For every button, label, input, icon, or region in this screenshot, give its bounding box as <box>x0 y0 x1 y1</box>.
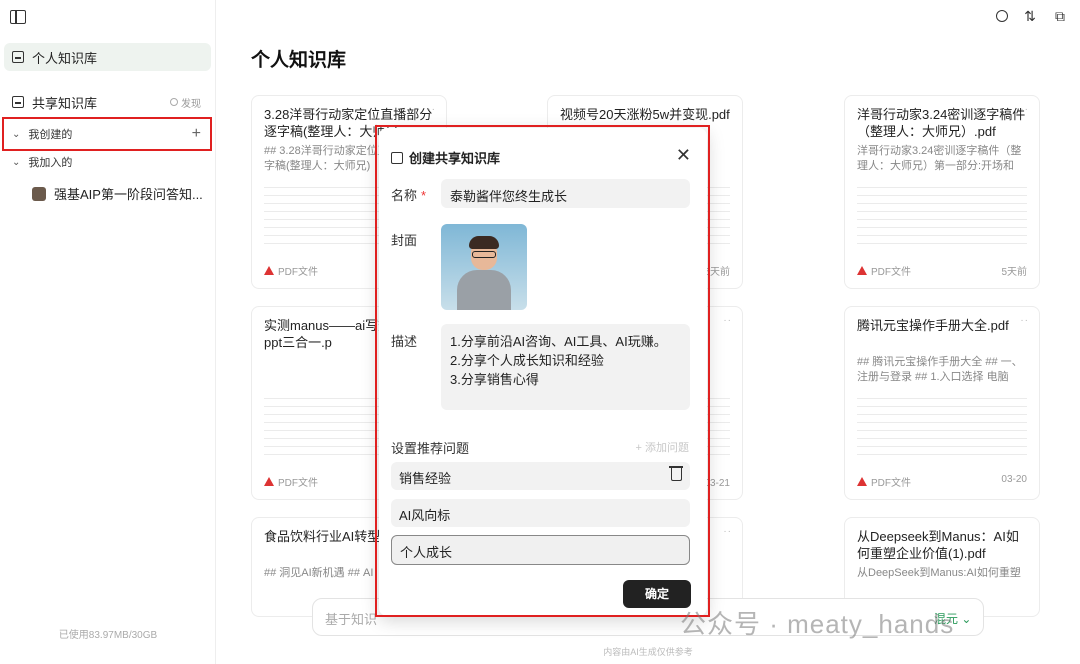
document-card[interactable]: ·· 腾讯元宝操作手册大全.pdf ## 腾讯元宝操作手册大全 ## 一、注册与… <box>844 306 1040 500</box>
description-line: 3.分享销售心得 <box>450 372 539 387</box>
new-document-icon[interactable]: ⧉ <box>1052 8 1068 24</box>
card-title: 从Deepseek到Manus：AI如何重塑企业价值(1).pdf <box>857 529 1019 561</box>
question-item[interactable]: AI风向标 <box>391 499 690 527</box>
watermark: 公众号 · meaty_hands <box>680 609 955 639</box>
add-question-button[interactable]: + 添加问题 <box>636 439 689 455</box>
description-textarea[interactable]: 1.分享前沿AI咨询、AI工具、AI玩赚。 2.分享个人成长知识和经验 3.分享… <box>441 324 690 410</box>
sidebar-item-label: 个人知识库 <box>32 50 98 66</box>
name-input[interactable]: 泰勒酱伴您终生成长 <box>441 179 690 208</box>
cover-image[interactable] <box>441 224 527 310</box>
more-icon[interactable]: ·· <box>427 104 436 115</box>
document-card[interactable]: ·· 洋哥行动家3.24密训逐字稿件（整理人：大师兄）.pdf 洋哥行动家3.2… <box>844 95 1040 289</box>
trash-icon[interactable] <box>669 466 683 481</box>
more-icon[interactable]: ·· <box>723 315 732 326</box>
avatar-body <box>457 270 511 310</box>
sidebar-item-personal-kb[interactable]: 个人知识库 <box>4 43 211 71</box>
page-title: 个人知识库 <box>251 50 347 71</box>
cover-label: 封面 <box>391 233 418 248</box>
pdf-type-label: PDF文件 <box>264 263 318 278</box>
description-label: 描述 <box>391 334 418 349</box>
question-text: 个人成长 <box>400 545 453 560</box>
group-label: 我创建的 <box>28 129 73 141</box>
create-shared-kb-dialog: 创建共享知识库 ✕ 名称 * 泰勒酱伴您终生成长 封面 描述 1.分享前沿AI咨询… <box>379 128 707 616</box>
card-summary: 从DeepSeek到Manus:AI如何重塑 <box>857 567 1021 579</box>
recommend-questions-label: 设置推荐问题 <box>391 441 470 456</box>
group-created-by-me[interactable]: ⌄ 我创建的 + <box>4 120 211 148</box>
card-preview <box>857 391 1027 459</box>
required-mark: * <box>421 188 427 203</box>
question-item[interactable]: 销售经验 <box>391 462 690 490</box>
name-label: 名称 * <box>391 185 426 204</box>
group-label: 我加入的 <box>28 157 73 169</box>
avatar-glasses <box>472 251 496 258</box>
storage-usage: 已使用83.97MB/30GB <box>58 630 158 641</box>
more-icon[interactable]: ·· <box>723 526 732 537</box>
description-line: 2.分享个人成长知识和经验 <box>450 353 604 368</box>
pdf-type-label: PDF文件 <box>857 263 911 278</box>
sidebar-item-shared-kb[interactable]: 共享知识库 发现 <box>4 88 211 116</box>
sidebar-toggle-icon[interactable] <box>10 10 26 24</box>
card-date: 03-20 <box>1001 474 1027 485</box>
sort-icon[interactable]: ⇅ <box>1022 8 1038 24</box>
pdf-type-label: PDF文件 <box>264 474 318 489</box>
knowledge-base-icon <box>12 51 24 63</box>
more-icon[interactable]: ·· <box>1020 315 1029 326</box>
top-toolbar: ⇅ ⧉ <box>996 8 1068 24</box>
compass-icon <box>170 98 178 106</box>
card-title: 洋哥行动家3.24密训逐字稿件（整理人：大师兄）.pdf <box>857 107 1026 139</box>
more-icon[interactable]: ·· <box>1020 104 1029 115</box>
dialog-title: 创建共享知识库 <box>391 148 500 167</box>
shared-kb-icon <box>12 96 24 108</box>
chevron-down-icon: ⌄ <box>12 128 21 140</box>
group-joined[interactable]: ⌄ 我加入的 <box>4 148 211 176</box>
add-kb-button[interactable]: + <box>192 125 201 143</box>
card-preview <box>857 180 1027 248</box>
sidebar-item-label: 共享知识库 <box>32 95 98 111</box>
search-icon[interactable] <box>996 10 1008 22</box>
card-date: 03-21 <box>704 478 730 489</box>
question-text: 销售经验 <box>399 471 452 486</box>
card-summary: 洋哥行动家3.24密训逐字稿件（整理人：大师兄）第一部分:开场和企... <box>857 145 1022 172</box>
shared-kb-icon <box>391 151 403 164</box>
sidebar-item-label: 强基AIP第一阶段问答知... <box>54 187 203 202</box>
card-summary: ## 腾讯元宝操作手册大全 ## 一、注册与登录 ## 1.入口选择 电脑端..… <box>857 356 1023 383</box>
sidebar: 个人知识库 共享知识库 发现 ⌄ 我创建的 + ⌄ 我加入的 强基AIP第一阶段… <box>0 0 216 664</box>
sidebar-item-joined-kb[interactable]: 强基AIP第一阶段问答知... <box>32 184 203 203</box>
chevron-down-icon: ⌄ <box>12 156 21 168</box>
ai-disclaimer: 内容由AI生成仅供参考 <box>603 647 693 657</box>
card-title: 腾讯元宝操作手册大全.pdf <box>857 318 1009 333</box>
question-item-focused[interactable]: 个人成长 <box>391 535 690 565</box>
dialog-title-text: 创建共享知识库 <box>409 151 501 166</box>
avatar-hair <box>469 236 499 249</box>
discover-link[interactable]: 发现 <box>170 95 201 110</box>
question-text: AI风向标 <box>399 508 451 523</box>
name-label-text: 名称 <box>391 188 418 203</box>
close-icon[interactable]: ✕ <box>676 146 691 164</box>
more-icon[interactable]: ·· <box>723 104 732 115</box>
card-date: 5天前 <box>704 267 730 278</box>
discover-label: 发现 <box>181 98 201 110</box>
kb-avatar <box>32 186 46 201</box>
card-date: 5天前 <box>1001 267 1027 278</box>
description-line: 1.分享前沿AI咨询、AI工具、AI玩赚。 <box>450 334 667 349</box>
pdf-type-label: PDF文件 <box>857 474 911 489</box>
